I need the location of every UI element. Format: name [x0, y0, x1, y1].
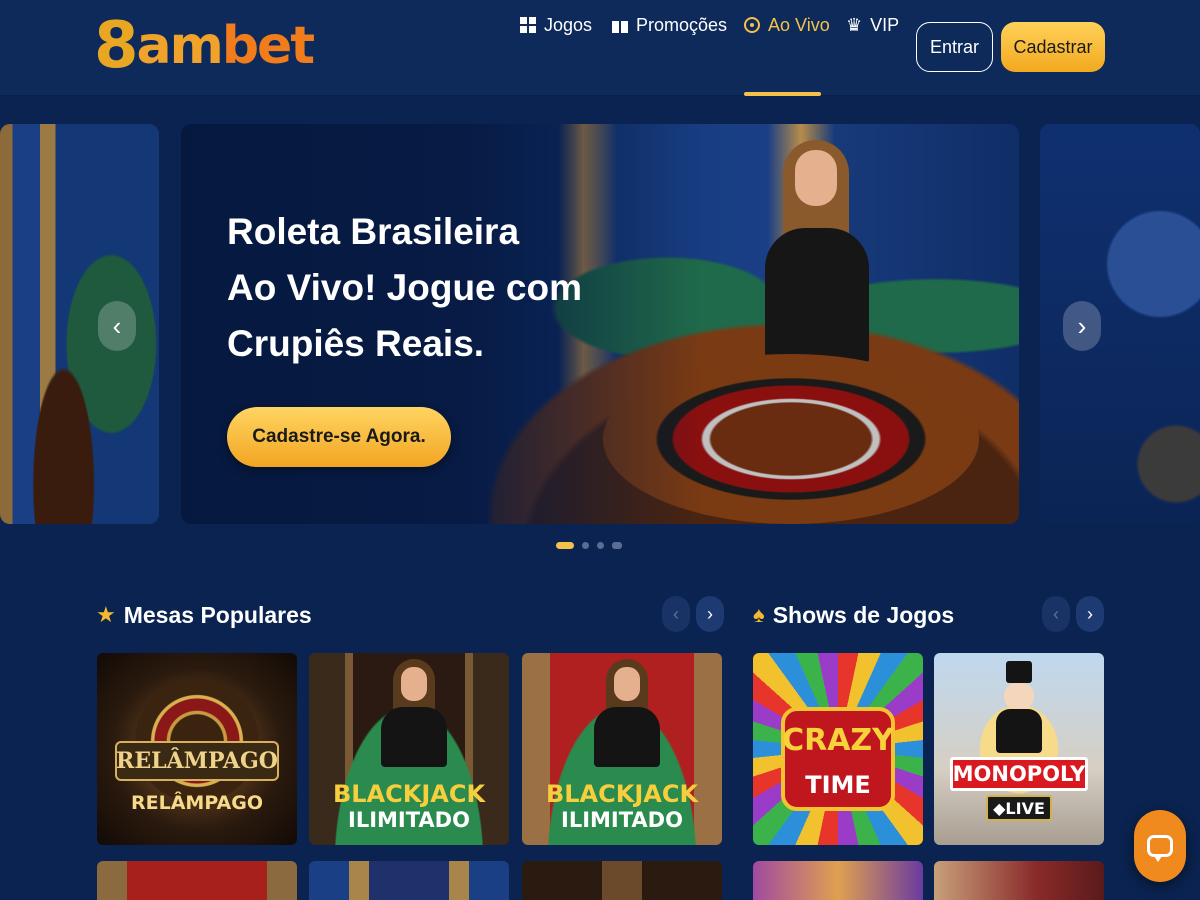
crown-icon: ♛ — [846, 15, 863, 35]
game-card-subtitle: ILIMITADO — [561, 808, 683, 833]
hero-title-line-2: Ao Vivo! Jogue com — [227, 267, 582, 308]
dealer-image — [614, 667, 640, 701]
gift-icon — [612, 17, 628, 33]
nav-ao-vivo-label: Ao Vivo — [768, 14, 830, 35]
game-card-subtitle: ILIMITADO — [348, 808, 470, 833]
section-title-popular-label: Mesas Populares — [123, 601, 312, 628]
game-card[interactable] — [934, 861, 1104, 900]
game-card-label: RELÂMPAGO — [131, 792, 263, 814]
mascot-image — [996, 709, 1042, 753]
dealer-image — [401, 667, 427, 701]
hero-signup-button[interactable]: Cadastre-se Agora. — [227, 407, 451, 467]
hero-title-line-1: Roleta Brasileira — [227, 211, 520, 252]
sambet-logo[interactable]: 8 am bet — [94, 6, 315, 86]
chevron-right-icon: › — [1087, 603, 1093, 624]
site-header: 8 am bet Jogos Promoções Ao Vivo ♛ VIP Ent… — [0, 0, 1200, 96]
logo-text-bet: bet — [221, 16, 315, 76]
hero-title-line-3: Crupiês Reais. — [227, 323, 485, 364]
section-title-popular: ★ Mesas Populares — [96, 598, 312, 632]
game-card[interactable] — [753, 861, 923, 900]
game-card-relampago[interactable]: RELÂMPAGO RELÂMPAGO — [97, 653, 297, 845]
game-card-crazy-time[interactable]: CRAZY TIME — [753, 653, 923, 845]
chevron-right-icon: › — [707, 603, 713, 624]
carousel-dot-4[interactable] — [612, 541, 622, 549]
register-button[interactable]: Cadastrar — [1001, 22, 1105, 72]
shows-next-button[interactable]: › — [1076, 596, 1104, 632]
grid-icon — [520, 17, 536, 33]
chevron-left-icon: ‹ — [673, 603, 679, 624]
game-card-label: BLACKJACK ILIMITADO — [522, 781, 722, 832]
popular-next-button[interactable]: › — [696, 596, 724, 632]
carousel-dot-1[interactable] — [556, 541, 574, 549]
carousel-dot-2[interactable] — [582, 541, 589, 549]
hero-slide-active: Roleta Brasileira Ao Vivo! Jogue com Cru… — [181, 124, 1019, 524]
game-card[interactable] — [97, 861, 297, 900]
nav-active-indicator — [744, 92, 821, 96]
section-title-shows-label: Shows de Jogos — [772, 601, 955, 628]
game-card-title: MONOPOLY — [950, 757, 1088, 791]
chevron-left-icon[interactable]: ‹ — [98, 301, 136, 351]
hero-title: Roleta Brasileira Ao Vivo! Jogue com Cru… — [227, 204, 647, 372]
carousel-dot-3[interactable] — [597, 541, 604, 549]
logo-text-am: am — [136, 16, 224, 76]
nav-promocoes[interactable]: Promoções — [612, 0, 727, 50]
logo-mark: 8 — [94, 9, 139, 83]
section-title-shows: ♠ Shows de Jogos — [753, 598, 954, 632]
game-card[interactable] — [522, 861, 722, 900]
game-card-subtitle: ◆LIVE — [986, 795, 1052, 821]
nav-jogos[interactable]: Jogos — [520, 0, 592, 50]
chevron-left-icon: ‹ — [1053, 603, 1059, 624]
nav-promocoes-label: Promoções — [636, 14, 728, 35]
game-card-title: BLACKJACK — [545, 780, 699, 808]
game-card-blackjack-2[interactable]: BLACKJACK ILIMITADO — [522, 653, 722, 845]
game-card-subtitle: TIME — [805, 771, 871, 799]
game-card-banner: RELÂMPAGO — [115, 741, 279, 781]
live-icon — [744, 17, 760, 33]
carousel-pagination — [556, 541, 622, 549]
chevron-right-icon[interactable]: › — [1063, 301, 1101, 351]
game-card-monopoly-live[interactable]: MONOPOLY ◆LIVE — [934, 653, 1104, 845]
game-card-title: BLACKJACK — [332, 780, 486, 808]
dealer-image — [761, 136, 871, 368]
game-card-title: CRAZY — [782, 723, 894, 758]
nav-vip[interactable]: ♛ VIP — [846, 0, 899, 50]
star-icon: ★ — [96, 602, 116, 627]
game-card-blackjack-1[interactable]: BLACKJACK ILIMITADO — [309, 653, 509, 845]
nav-ao-vivo[interactable]: Ao Vivo — [744, 0, 830, 50]
nav-vip-label: VIP — [870, 14, 900, 35]
login-button[interactable]: Entrar — [916, 22, 993, 72]
shows-prev-button[interactable]: ‹ — [1042, 596, 1070, 632]
popular-prev-button[interactable]: ‹ — [662, 596, 690, 632]
live-chat-button[interactable] — [1134, 810, 1186, 882]
chat-icon — [1147, 835, 1173, 862]
game-card-label: BLACKJACK ILIMITADO — [309, 781, 509, 832]
game-card[interactable] — [309, 861, 509, 900]
spade-icon: ♠ — [753, 602, 765, 627]
nav-jogos-label: Jogos — [544, 14, 593, 35]
